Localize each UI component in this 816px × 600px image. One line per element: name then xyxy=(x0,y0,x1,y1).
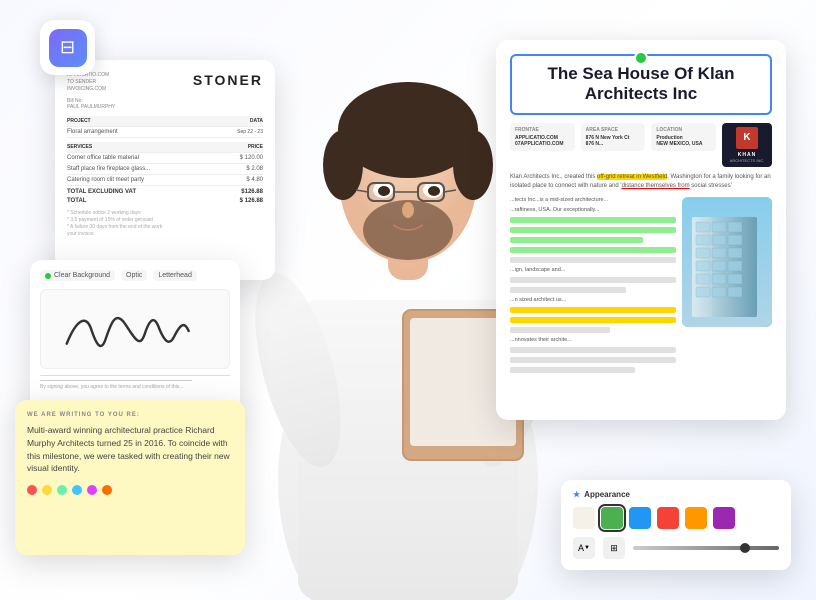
text-line-11 xyxy=(510,347,676,353)
text-line-5 xyxy=(510,257,676,263)
text-line-12 xyxy=(510,357,676,363)
khan-architects-logo: K KHAN ARCHITECTS INC. xyxy=(722,123,772,167)
signature-card: Clear Background Optic Letterhead By sig… xyxy=(30,260,240,420)
color-swatches xyxy=(573,507,779,529)
highlight-1: off-grid retreat in Westfield xyxy=(597,174,667,180)
note-dot-purple[interactable] xyxy=(87,485,97,495)
slider-thumb[interactable] xyxy=(740,543,750,553)
app-icon-symbol: ⊟ xyxy=(60,37,75,58)
text-line-7 xyxy=(510,287,626,293)
note-color-dots xyxy=(27,485,233,495)
opacity-slider[interactable] xyxy=(633,546,779,550)
note-dot-red[interactable] xyxy=(27,485,37,495)
invoice-project-header: PROJECT DATA xyxy=(67,116,263,127)
text-line-9 xyxy=(510,317,676,323)
note-dot-yellow[interactable] xyxy=(42,485,52,495)
total-exc-value: $126.88 xyxy=(241,189,263,195)
services-label: SERVICES xyxy=(67,144,92,150)
invoice-item-3: Catering room clit meet party $ 4.80 xyxy=(67,175,263,186)
invoice-header: APPLICATIO.COMTO SENDERINVOICING.COM Bil… xyxy=(67,72,263,110)
swatch-orange[interactable] xyxy=(685,507,707,529)
signature-canvas[interactable] xyxy=(40,289,230,369)
appearance-panel: Appearance A ▼ ⊞ xyxy=(561,480,791,570)
text-line-6 xyxy=(510,277,676,283)
note-dot-orange[interactable] xyxy=(102,485,112,495)
invoice-title: STONER xyxy=(193,72,263,88)
optic-button[interactable]: Optic xyxy=(121,270,147,281)
doc-meta-area: Area Space 876 N New York Ct876 N... xyxy=(581,123,646,151)
document-title: The Sea House Of Klan Architects Inc xyxy=(522,64,760,105)
document-meta: Frontae APPLICATIO.COM07APPLICATIO.COM A… xyxy=(510,123,772,167)
grid-tool-button[interactable]: ⊞ xyxy=(603,537,625,559)
text-line-10 xyxy=(510,327,610,333)
text-line-3 xyxy=(510,237,643,243)
text-line-4 xyxy=(510,247,676,253)
total-exc-label: TOTAL EXCLUDING VAT xyxy=(67,189,136,195)
project-value: Floral arrangement xyxy=(67,129,118,135)
data-value: Sep 22 - 23 xyxy=(237,129,263,135)
note-card: WE ARE WRITING TO YOU RE: Multi-award wi… xyxy=(15,400,245,555)
swatch-red[interactable] xyxy=(657,507,679,529)
letterhead-button[interactable]: Letterhead xyxy=(153,270,196,281)
note-dot-blue[interactable] xyxy=(72,485,82,495)
invoice-item-1: Corner office table material $ 120.00 xyxy=(67,153,263,164)
building-svg xyxy=(682,197,772,327)
swatch-purple[interactable] xyxy=(713,507,735,529)
building-image xyxy=(682,197,772,327)
font-tool-button[interactable]: A ▼ xyxy=(573,537,595,559)
signature-footer: By signing above, you agree to the terms… xyxy=(40,375,230,390)
clear-background-button[interactable]: Clear Background xyxy=(40,270,115,281)
signature-toolbar: Clear Background Optic Letterhead xyxy=(40,270,230,281)
document-description: Klan Architects Inc., created this off-g… xyxy=(510,173,772,191)
text-line-2 xyxy=(510,227,676,233)
text-line-1 xyxy=(510,217,676,223)
invoice-sender-info: APPLICATIO.COMTO SENDERINVOICING.COM xyxy=(67,72,115,93)
swatch-green[interactable] xyxy=(601,507,623,529)
price-label: PRICE xyxy=(248,144,263,150)
invoice-note: * Schedule notice 2 working days * 3.5 p… xyxy=(67,210,263,238)
appearance-title: Appearance xyxy=(573,490,779,499)
appearance-tools: A ▼ ⊞ xyxy=(573,537,779,559)
doc-meta-frontae: Frontae APPLICATIO.COM07APPLICATIO.COM xyxy=(510,123,575,151)
note-label: WE ARE WRITING TO YOU RE: xyxy=(27,412,233,418)
invoice-total-row: TOTAL EXCLUDING VAT $126.88 xyxy=(67,189,263,195)
document-card: The Sea House Of Klan Architects Inc Fro… xyxy=(496,40,786,420)
invoice-services-header: SERVICES PRICE xyxy=(67,142,263,153)
doc-meta-location: Location ProductionNEW MEXICO, USA xyxy=(651,123,716,151)
note-dot-green[interactable] xyxy=(57,485,67,495)
logo-subtitle: ARCHITECTS INC. xyxy=(730,158,765,163)
swatch-cream[interactable] xyxy=(573,507,595,529)
invoice-item-2: Staff place fire fireplace glass... $ 2.… xyxy=(67,164,263,175)
invoice-logo-area: APPLICATIO.COMTO SENDERINVOICING.COM Bil… xyxy=(67,72,115,110)
text-line-8 xyxy=(510,307,676,313)
highlight-2: distance themselves from xyxy=(622,183,690,189)
app-icon-card: ⊟ xyxy=(40,20,95,75)
logo-icon: K xyxy=(736,127,758,149)
swatch-blue[interactable] xyxy=(629,507,651,529)
invoice-final-total: TOTAL $ 126.88 xyxy=(67,198,263,204)
note-text: Multi-award winning architectural practi… xyxy=(27,424,233,475)
total-label: TOTAL xyxy=(67,198,86,204)
total-value: $ 126.88 xyxy=(240,198,263,204)
invoice-card: APPLICATIO.COMTO SENDERINVOICING.COM Bil… xyxy=(55,60,275,280)
data-label: DATA xyxy=(250,118,263,124)
invoice-project-row: Floral arrangement Sep 22 - 23 xyxy=(67,127,263,138)
clear-dot xyxy=(45,273,51,279)
document-text-column: ...tects Inc...is a mid-sized architectu… xyxy=(510,197,676,327)
invoice-bill-info: Bill No:PAUL PAULMURPHY xyxy=(67,98,115,110)
document-content-area: ...tects Inc...is a mid-sized architectu… xyxy=(510,197,772,327)
document-title-box: The Sea House Of Klan Architects Inc xyxy=(510,54,772,115)
signature-svg xyxy=(41,290,229,368)
app-icon-inner: ⊟ xyxy=(49,29,87,67)
project-label: PROJECT xyxy=(67,118,91,124)
text-line-13 xyxy=(510,367,635,373)
